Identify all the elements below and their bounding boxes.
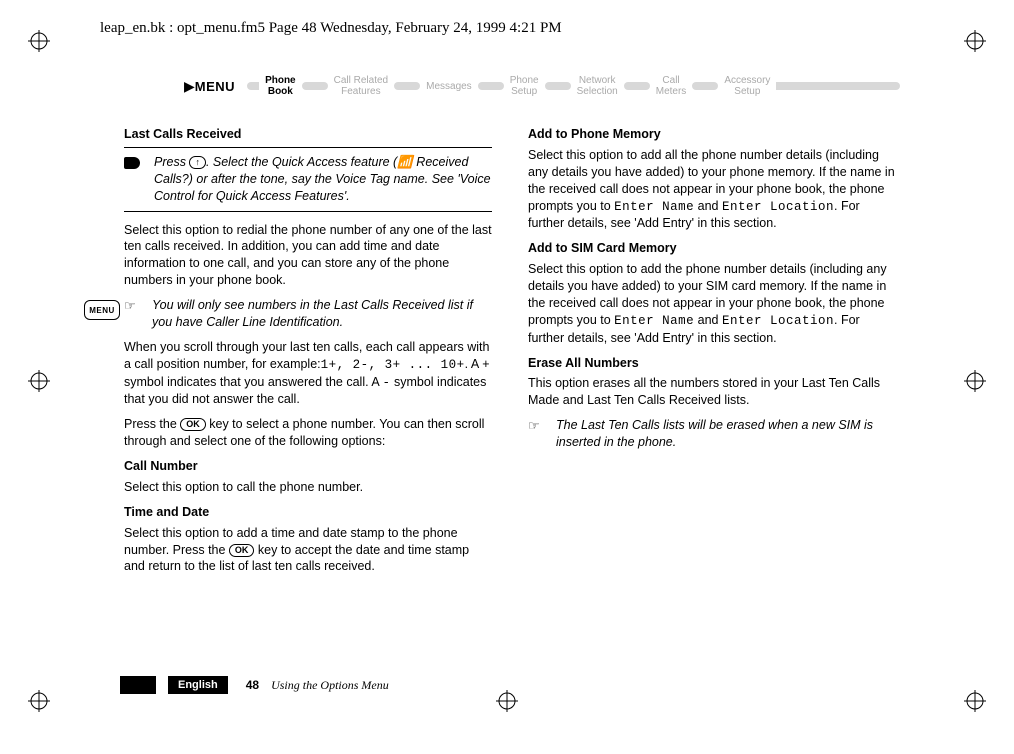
- up-key-icon: ↑: [189, 156, 206, 169]
- page-number: 48: [246, 678, 259, 692]
- mono-text: Enter Name: [614, 200, 694, 214]
- heading-add-phone-memory: Add to Phone Memory: [528, 126, 896, 143]
- mono-text: Enter Name: [614, 314, 694, 328]
- menu-item-call-meters: Call Meters: [650, 72, 693, 100]
- menu-arrow-icon: ▶: [184, 78, 195, 95]
- mono-text: 1+, 2-, 3+ ... 10+: [321, 358, 465, 372]
- body-paragraph: This option erases all the numbers store…: [528, 375, 896, 409]
- body-paragraph: Press the OK key to select a phone numbe…: [124, 416, 492, 450]
- quick-access-box: Press ↑. Select the Quick Access feature…: [124, 147, 492, 212]
- body-columns: Last Calls Received Press ↑. Select the …: [124, 126, 900, 583]
- pointing-hand-icon: ☞: [124, 297, 152, 315]
- footer-section-title: Using the Options Menu: [271, 678, 389, 693]
- left-column: Last Calls Received Press ↑. Select the …: [124, 126, 492, 583]
- menu-connector: [247, 82, 259, 90]
- crop-mark: [28, 370, 50, 392]
- right-column: Add to Phone Memory Select this option t…: [528, 126, 896, 583]
- menu-connector: [776, 82, 900, 90]
- menu-connector: [624, 82, 650, 90]
- menu-margin-badge: MENU: [84, 300, 120, 320]
- menu-item-call-related: Call Related Features: [328, 72, 394, 100]
- quick-access-arrow-icon: [124, 154, 154, 205]
- ok-key-icon: OK: [229, 544, 255, 557]
- mono-text: -: [382, 376, 390, 390]
- note-row: ☞ You will only see numbers in the Last …: [124, 297, 492, 331]
- para-text: symbol indicates that you answered the c…: [124, 375, 382, 389]
- menu-item-line: Book: [268, 86, 293, 97]
- menu-item-line: Setup: [511, 86, 537, 97]
- crop-mark: [964, 690, 986, 712]
- menu-item-line: Call: [662, 75, 679, 86]
- heading-last-calls-received: Last Calls Received: [124, 126, 492, 143]
- para-text: . A: [465, 357, 482, 371]
- signal-icon: 📶: [397, 155, 413, 169]
- crop-mark: [28, 690, 50, 712]
- menu-connector: [478, 82, 504, 90]
- page-footer: English 48 Using the Options Menu: [120, 676, 389, 694]
- framemaker-header: leap_en.bk : opt_menu.fm5 Page 48 Wednes…: [100, 20, 562, 37]
- menu-item-line: Selection: [577, 86, 618, 97]
- menu-item-line: Phone: [265, 75, 296, 86]
- menu-item-line: Accessory: [724, 75, 770, 86]
- footer-black-tab: [120, 676, 156, 694]
- menu-item-phone-book: Phone Book: [259, 72, 302, 100]
- body-paragraph: Select this option to add all the phone …: [528, 147, 896, 232]
- crop-mark: [964, 370, 986, 392]
- note-text: You will only see numbers in the Last Ca…: [152, 297, 492, 331]
- menu-item-line: Call Related: [334, 75, 388, 86]
- body-paragraph: Select this option to redial the phone n…: [124, 222, 492, 290]
- menu-connector: [692, 82, 718, 90]
- body-paragraph: When you scroll through your last ten ca…: [124, 339, 492, 409]
- menu-item-line: Setup: [734, 86, 760, 97]
- ok-key-icon: OK: [180, 418, 206, 431]
- menu-item-line: Phone: [510, 75, 539, 86]
- footer-language-tab: English: [168, 676, 228, 694]
- crop-mark: [964, 30, 986, 52]
- para-text: Press the: [124, 417, 180, 431]
- menu-item-line: Network: [579, 75, 616, 86]
- menu-connector: [545, 82, 571, 90]
- body-paragraph: Select this option to add a time and dat…: [124, 525, 492, 576]
- heading-time-date: Time and Date: [124, 504, 492, 521]
- note-text: The Last Ten Calls lists will be erased …: [556, 417, 896, 451]
- menu-item-line: Meters: [656, 86, 687, 97]
- menu-connector: [394, 82, 420, 90]
- menu-label: MENU: [195, 79, 235, 94]
- heading-add-sim-memory: Add to SIM Card Memory: [528, 240, 896, 257]
- menu-connector: [302, 82, 328, 90]
- body-paragraph: Select this option to add the phone numb…: [528, 261, 896, 346]
- pointing-hand-icon: ☞: [528, 417, 556, 435]
- crop-mark: [28, 30, 50, 52]
- crop-mark: [496, 690, 518, 712]
- mono-text: Enter Location: [722, 200, 834, 214]
- heading-erase-all-numbers: Erase All Numbers: [528, 355, 896, 372]
- quick-access-text: Press ↑. Select the Quick Access feature…: [154, 154, 492, 205]
- mono-text: Enter Location: [722, 314, 834, 328]
- menu-item-messages: Messages: [420, 72, 478, 100]
- mono-text: +: [482, 358, 490, 372]
- body-paragraph: Select this option to call the phone num…: [124, 479, 492, 496]
- menu-item-accessory-setup: Accessory Setup: [718, 72, 776, 100]
- para-text: and: [694, 313, 722, 327]
- para-text: and: [694, 199, 722, 213]
- qa-text: . Select the Quick Access feature (: [206, 155, 397, 169]
- qa-text: Press: [154, 155, 189, 169]
- menu-bar: ▶ MENU Phone Book Call Related Features …: [184, 70, 900, 102]
- note-row: ☞ The Last Ten Calls lists will be erase…: [528, 417, 896, 451]
- menu-item-network-selection: Network Selection: [571, 72, 624, 100]
- menu-item-line: Messages: [426, 81, 472, 92]
- heading-call-number: Call Number: [124, 458, 492, 475]
- page-content: ▶ MENU Phone Book Call Related Features …: [124, 70, 900, 583]
- menu-item-line: Features: [341, 86, 380, 97]
- menu-item-phone-setup: Phone Setup: [504, 72, 545, 100]
